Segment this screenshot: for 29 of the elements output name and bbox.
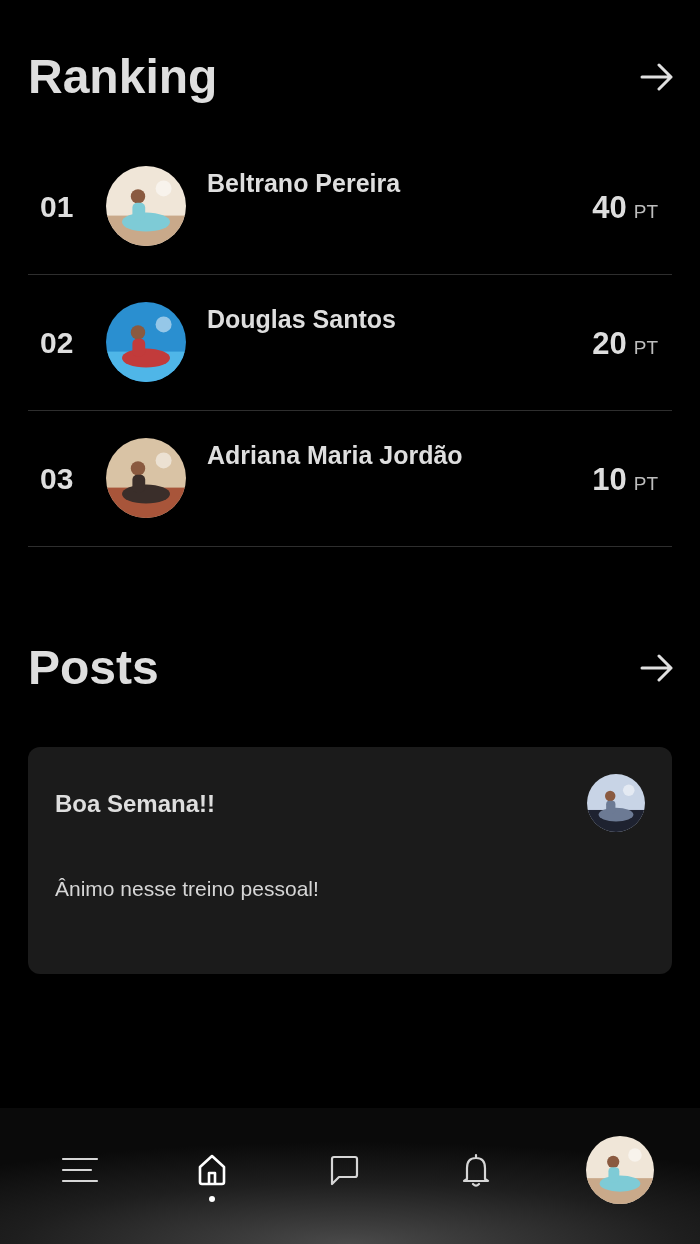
bell-icon	[461, 1153, 491, 1187]
ranking-row[interactable]: 03 Adriana Maria Jordão 10 PT	[28, 411, 672, 547]
post-title: Boa Semana!!	[55, 790, 216, 818]
post-text: Ânimo nesse treino pessoal!	[55, 877, 320, 901]
points-value: 20	[592, 326, 627, 362]
points-unit: PT	[633, 201, 658, 223]
user-name: Douglas Santos	[207, 305, 397, 334]
points-value: 40	[592, 190, 627, 226]
home-icon	[197, 1154, 227, 1186]
see-all-button[interactable]	[640, 63, 674, 91]
active-dot	[209, 1196, 215, 1202]
section-title: Posts	[28, 643, 159, 693]
post-card[interactable]: Boa Semana!! Ânimo nesse treino pessoal!	[28, 747, 672, 974]
points-unit: PT	[633, 337, 658, 359]
ranking-row[interactable]: 02 Douglas Santos 20 PT	[28, 275, 672, 411]
ranking-row[interactable]: 01 Beltrano Pereira 40 PT	[28, 139, 672, 275]
rank-number: 01	[40, 190, 75, 224]
user-name: Adriana Maria Jordão	[207, 441, 464, 470]
points-unit: PT	[633, 473, 658, 495]
section-title: Ranking	[28, 52, 218, 102]
points-value: 10	[592, 462, 627, 498]
menu-icon	[61, 1156, 99, 1184]
arrow-right-icon	[640, 654, 674, 682]
rank-number: 02	[40, 326, 75, 360]
see-all-button[interactable]	[640, 654, 674, 682]
rank-number: 03	[40, 462, 75, 496]
arrow-right-icon	[640, 63, 674, 91]
user-name: Beltrano Pereira	[207, 169, 402, 198]
chat-icon	[328, 1154, 360, 1186]
